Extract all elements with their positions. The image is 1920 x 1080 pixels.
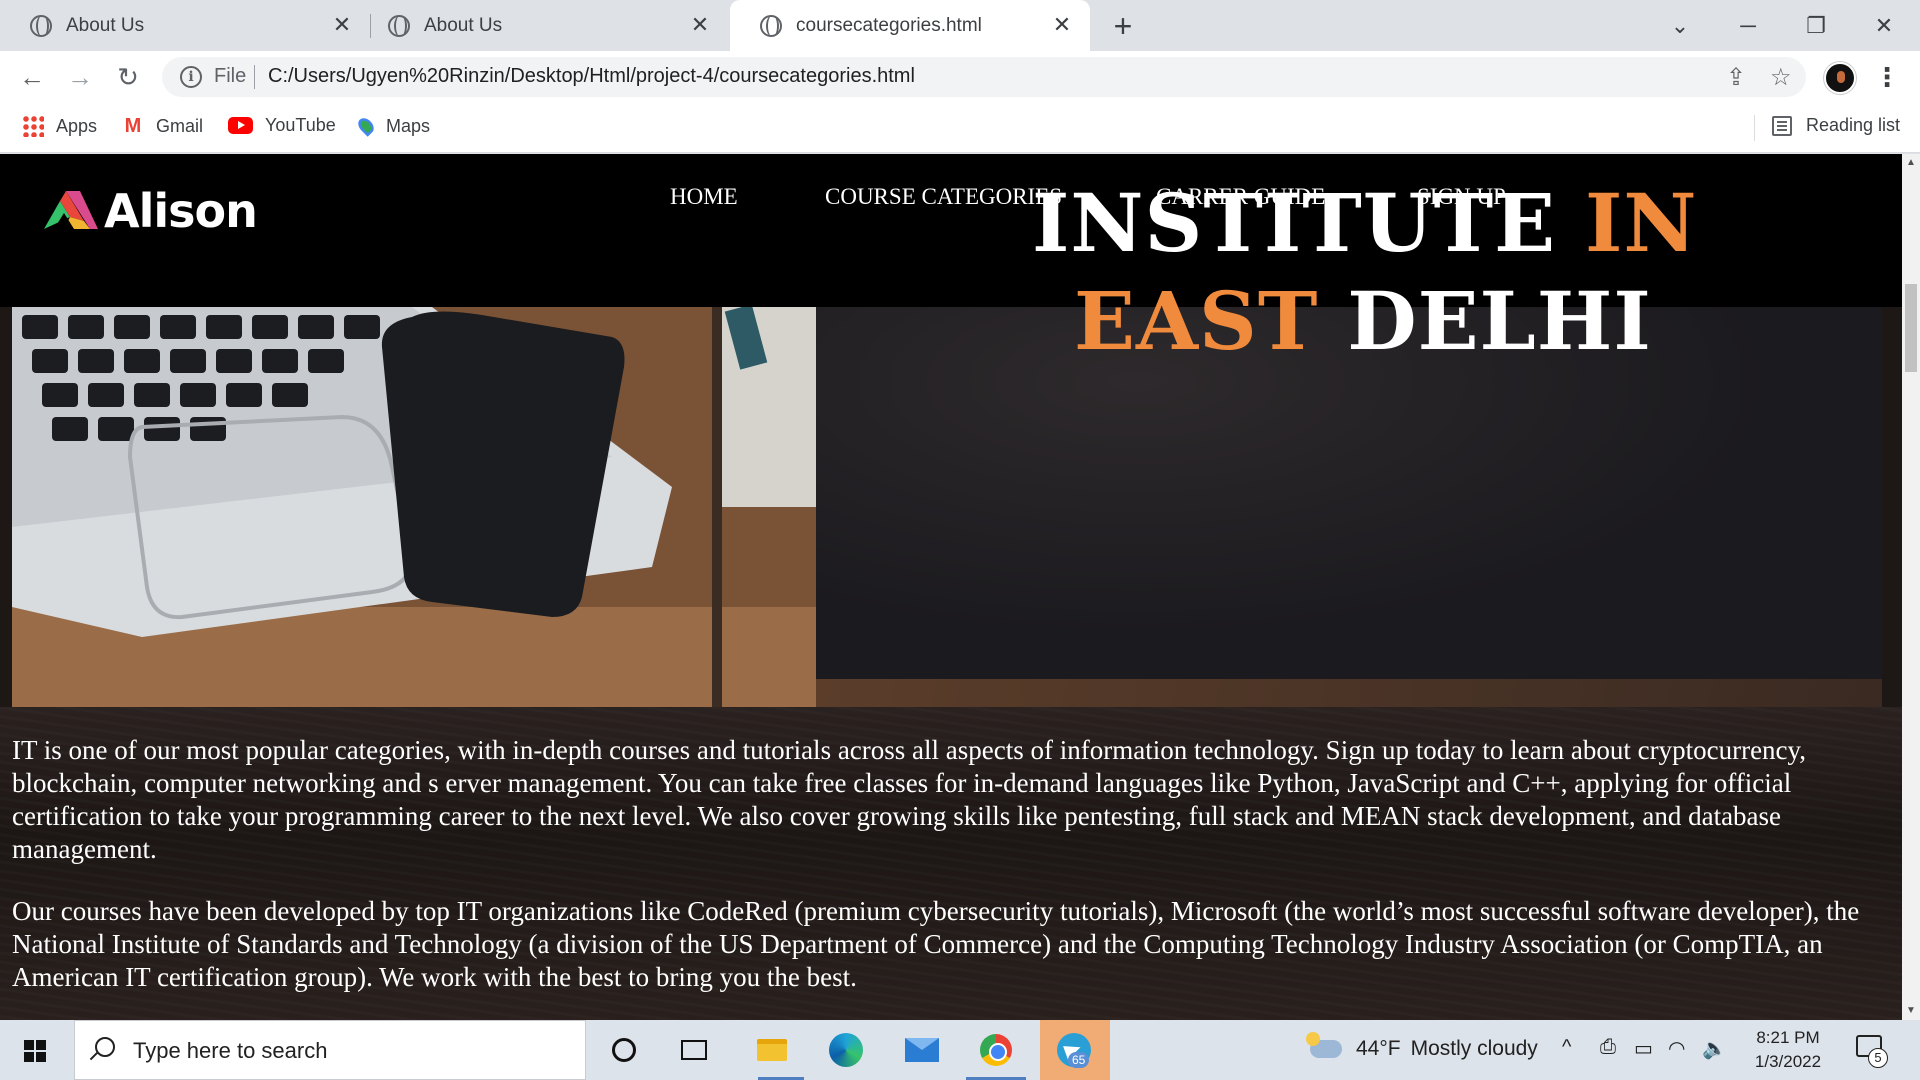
bookmark-apps[interactable]: Apps xyxy=(22,115,97,137)
hero-heading-line1: INSTITUTE IN xyxy=(1032,176,1697,270)
youtube-icon xyxy=(228,117,253,134)
logo-wordmark: Alison xyxy=(104,184,258,238)
laptop-phone-photo xyxy=(12,307,816,707)
mail-icon xyxy=(905,1038,939,1062)
scrollbar-thumb[interactable] xyxy=(1905,284,1917,372)
clock-time: 8:21 PM xyxy=(1756,1028,1820,1047)
bookmark-label: Gmail xyxy=(156,115,204,136)
nav-course-categories[interactable]: COURSE CATEGORIES xyxy=(825,184,1062,210)
windows-start-icon[interactable] xyxy=(24,1040,46,1062)
task-view-button[interactable] xyxy=(672,1030,716,1070)
scroll-up-arrow-icon[interactable]: ▲ xyxy=(1902,154,1920,172)
weather-temp: 44°F xyxy=(1356,1037,1401,1060)
partly-cloudy-icon xyxy=(1306,1032,1342,1058)
hero-word-in: IN xyxy=(1584,176,1698,270)
bookmark-gmail[interactable]: M Gmail xyxy=(122,115,203,137)
close-tab-icon[interactable]: ✕ xyxy=(688,13,712,37)
volume-icon[interactable]: 🔈 xyxy=(1702,1036,1727,1061)
bookmark-label: YouTube xyxy=(265,115,336,135)
scheme-label: File xyxy=(214,65,247,87)
description-paragraph-2: Our courses have been developed by top I… xyxy=(12,896,1860,992)
weather-condition: Mostly cloudy xyxy=(1410,1037,1538,1060)
description-paragraph-1: IT is one of our most popular categories… xyxy=(12,735,1807,864)
profile-avatar[interactable] xyxy=(1824,62,1856,94)
bookmark-label: Maps xyxy=(386,115,431,136)
address-bar[interactable]: i File C:/Users/Ugyen%20Rinzin/Desktop/H… xyxy=(162,57,1806,97)
reading-list-label: Reading list xyxy=(1806,115,1901,135)
file-explorer-icon xyxy=(757,1039,787,1061)
share-icon[interactable]: ⇪ xyxy=(1726,63,1746,92)
tab-title: About Us xyxy=(66,14,145,36)
page-scrollbar[interactable]: ▲ ▼ xyxy=(1902,154,1920,1020)
tab-strip: About Us ✕ About Us ✕ coursecategories.h… xyxy=(0,0,1920,51)
chrome-icon xyxy=(980,1034,1012,1066)
close-tab-icon[interactable]: ✕ xyxy=(330,13,354,37)
bookmark-maps[interactable]: Maps xyxy=(355,115,431,137)
reading-list-icon xyxy=(1772,115,1792,136)
hero-word-east: EAST xyxy=(1074,274,1348,368)
alison-logo-icon xyxy=(44,191,98,229)
cortana-circle-icon xyxy=(612,1038,636,1062)
taskbar-search-box[interactable]: Type here to search xyxy=(74,1020,586,1080)
apps-grid-icon xyxy=(22,115,44,137)
close-window-icon[interactable]: ✕ xyxy=(1864,6,1904,46)
gmail-icon: M xyxy=(124,115,142,137)
tab-about-us-2[interactable]: About Us ✕ xyxy=(358,0,728,51)
chrome-button[interactable] xyxy=(974,1030,1018,1070)
system-clock[interactable]: 8:21 PM 1/3/2022 xyxy=(1740,1026,1836,1074)
close-tab-icon[interactable]: ✕ xyxy=(1050,13,1074,37)
clock-date: 1/3/2022 xyxy=(1754,1052,1822,1071)
hero-word-delhi: DELHI xyxy=(1347,274,1652,368)
page-viewport: Alison HOME COURSE CATEGORIES CARRER GUI… xyxy=(0,154,1902,1020)
notification-count-badge: 5 xyxy=(1868,1048,1888,1068)
bookmark-youtube[interactable]: YouTube xyxy=(228,115,336,136)
tab-title: About Us xyxy=(424,14,503,36)
tab-about-us-1[interactable]: About Us ✕ xyxy=(0,0,370,51)
show-hidden-icons-chevron-icon[interactable]: ^ xyxy=(1562,1036,1571,1059)
forward-arrow-icon[interactable]: → xyxy=(62,59,98,95)
tab-title: coursecategories.html xyxy=(796,14,982,36)
search-icon xyxy=(95,1037,115,1057)
globe-icon xyxy=(388,14,410,37)
minimize-icon[interactable]: ─ xyxy=(1728,6,1768,46)
nav-home[interactable]: HOME xyxy=(670,184,738,210)
hero-word-institute: INSTITUTE xyxy=(1032,176,1585,270)
url-text[interactable]: C:/Users/Ugyen%20Rinzin/Desktop/Html/pro… xyxy=(268,65,915,88)
globe-icon xyxy=(760,14,782,37)
hero-heading-line2: EAST DELHI xyxy=(1074,274,1652,368)
cortana-button[interactable] xyxy=(602,1030,646,1070)
mail-button[interactable] xyxy=(900,1030,944,1070)
reading-list-button[interactable]: Reading list xyxy=(1772,115,1900,136)
bookmark-label: Apps xyxy=(56,115,98,136)
menu-kebab-icon[interactable]: ⋮ xyxy=(1872,62,1902,92)
new-tab-button[interactable]: + xyxy=(1106,9,1140,43)
bookmarks-bar: Apps M Gmail YouTube Maps Reading list xyxy=(0,103,1920,153)
restore-icon[interactable]: ❐ xyxy=(1796,6,1836,46)
maps-pin-icon xyxy=(355,115,377,137)
edge-button[interactable] xyxy=(824,1030,868,1070)
tab-coursecategories[interactable]: coursecategories.html ✕ xyxy=(730,0,1090,51)
course-description: IT is one of our most popular categories… xyxy=(12,734,1882,1020)
bookmarks-divider xyxy=(1754,115,1755,141)
wifi-icon[interactable]: ◠ xyxy=(1668,1036,1685,1061)
site-info-icon[interactable]: i xyxy=(180,66,202,88)
reload-icon[interactable]: ↻ xyxy=(110,59,146,95)
edge-icon xyxy=(829,1033,863,1067)
meet-now-icon[interactable]: ⎙ xyxy=(1600,1036,1616,1059)
globe-icon xyxy=(30,14,52,37)
browser-toolbar: ← → ↻ i File C:/Users/Ugyen%20Rinzin/Des… xyxy=(0,51,1920,103)
scroll-down-arrow-icon[interactable]: ▼ xyxy=(1902,1002,1920,1020)
alison-logo[interactable]: Alison xyxy=(40,184,258,238)
tab-search-chevron-icon[interactable]: ⌄ xyxy=(1660,6,1700,46)
telegram-unread-badge: 65 xyxy=(1068,1052,1090,1068)
address-divider xyxy=(254,65,255,89)
weather-widget[interactable]: 44°F Mostly cloudy xyxy=(1306,1032,1538,1061)
windows-taskbar: Type here to search 65 44°F Mostly cloud… xyxy=(0,1020,1920,1080)
back-arrow-icon[interactable]: ← xyxy=(14,59,50,95)
bookmark-star-icon[interactable]: ☆ xyxy=(1770,63,1792,92)
search-placeholder: Type here to search xyxy=(133,1038,328,1063)
battery-icon[interactable]: ▭ xyxy=(1634,1036,1653,1061)
task-view-icon xyxy=(681,1040,707,1060)
file-explorer-button[interactable] xyxy=(750,1030,794,1070)
